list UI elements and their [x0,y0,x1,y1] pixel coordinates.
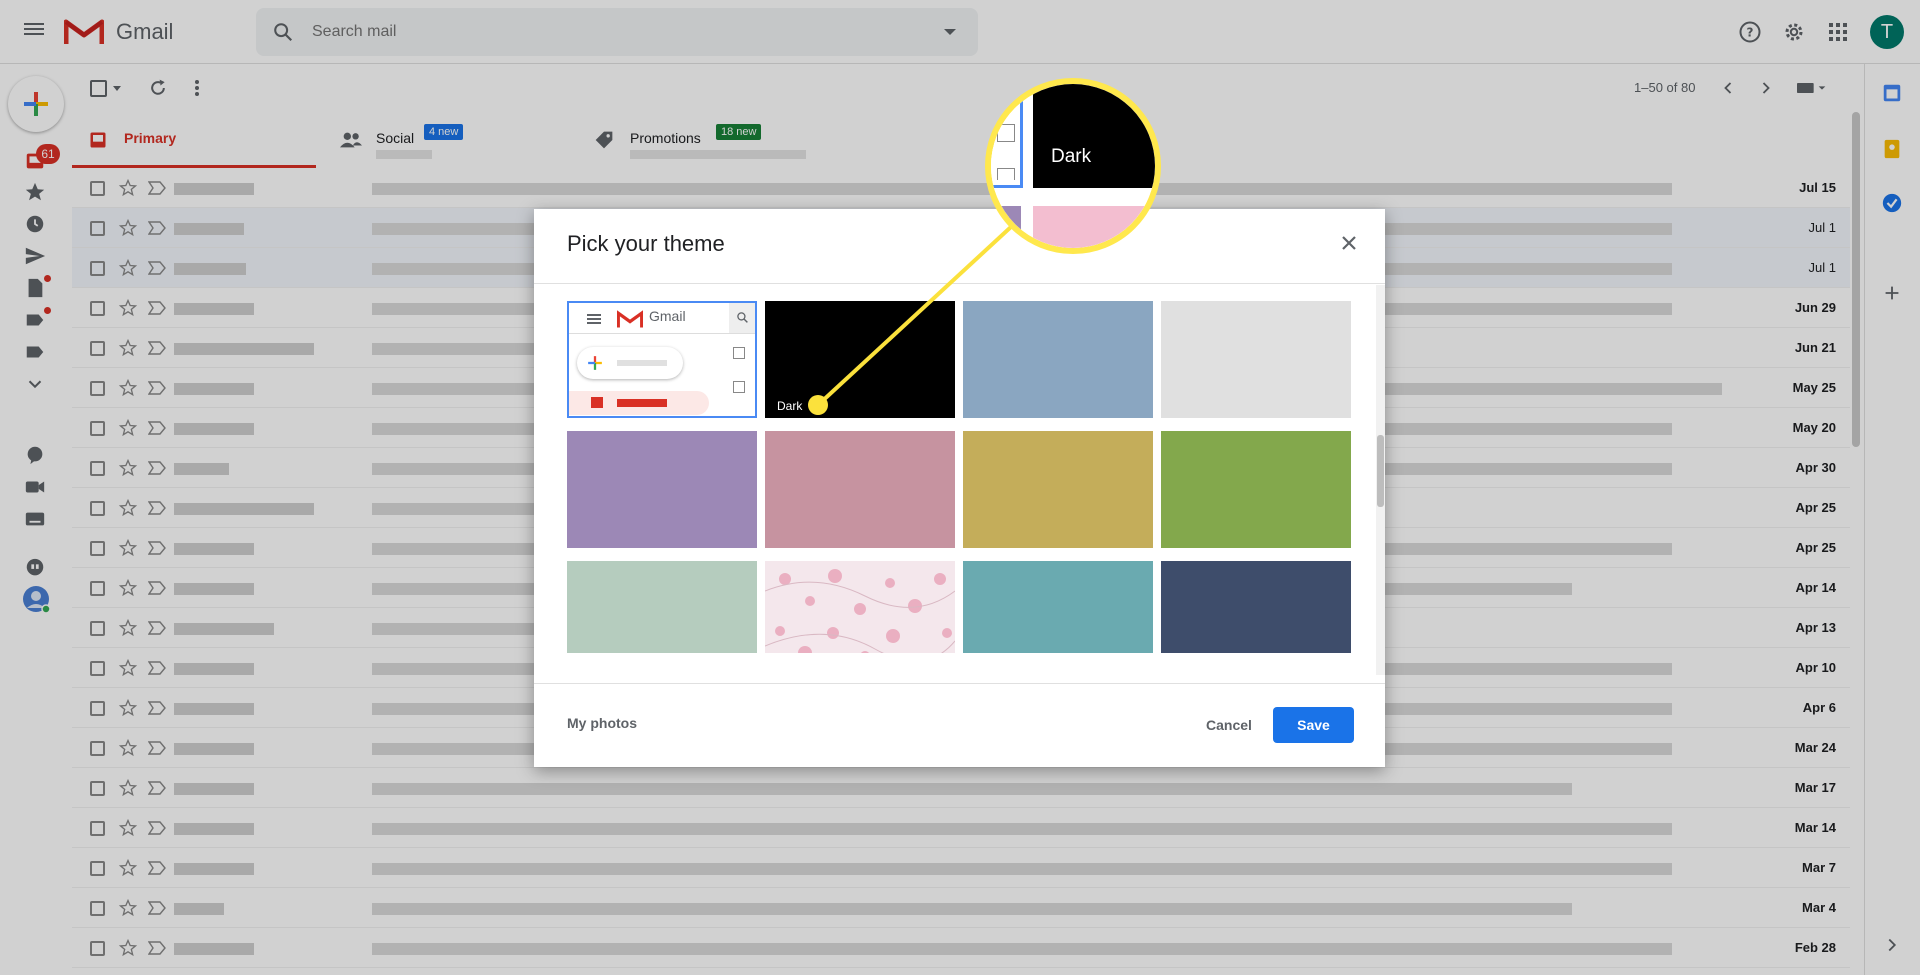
theme-dark-label: Dark [777,399,803,413]
theme-green[interactable] [1161,431,1351,548]
dialog-scrollbar[interactable] [1376,285,1385,675]
theme-teal[interactable] [963,561,1153,653]
theme-blue[interactable] [963,301,1153,418]
preview-search-box [729,303,755,333]
preview-compose [577,347,683,379]
preview-checkbox [733,347,745,359]
preview-app-name: Gmail [649,308,686,324]
divider [534,683,1385,684]
theme-navy[interactable] [1161,561,1351,653]
search-icon [737,312,748,323]
compose-plus-icon [588,356,602,370]
magnified-dark-thumb: Dark [1033,84,1155,188]
theme-purple[interactable] [567,431,757,548]
theme-dark[interactable]: Dark [765,301,955,418]
menu-icon [587,314,601,324]
cancel-button[interactable]: Cancel [1194,707,1264,743]
magnifier-callout: Dark [985,78,1161,254]
my-photos-button[interactable]: My photos [567,715,637,731]
gmail-logo-icon [617,310,643,328]
save-button[interactable]: Save [1273,707,1354,743]
preview-inbox-row [569,391,709,415]
magnified-default-thumb [991,84,1023,188]
dialog-title: Pick your theme [567,231,725,256]
theme-mustard[interactable] [963,431,1153,548]
magnified-dark-label: Dark [1051,146,1092,167]
callout-dot [808,395,828,415]
theme-grid: Gmail Dark [567,301,1357,653]
theme-sage[interactable] [567,561,757,653]
theme-pink[interactable] [765,431,955,548]
divider [534,283,1385,284]
cherry-blossom-pattern-icon [765,569,955,653]
magnified-checkbox [997,124,1015,142]
close-icon[interactable] [1337,231,1361,255]
theme-light-gray[interactable] [1161,301,1351,418]
preview-checkbox [733,381,745,393]
scrollbar-thumb[interactable] [1377,435,1384,507]
theme-default[interactable]: Gmail [567,301,757,418]
theme-cherry-blossom[interactable] [765,561,955,653]
theme-picker-dialog: Pick your theme Gmail Dark My photos Can… [534,209,1385,767]
preview-divider [569,333,755,334]
